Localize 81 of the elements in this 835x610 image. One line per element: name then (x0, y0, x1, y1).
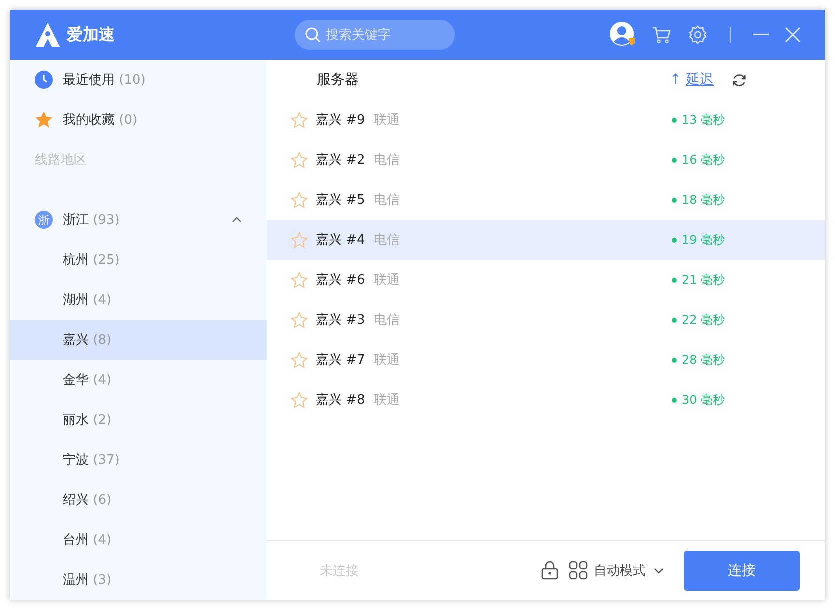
star-icon[interactable] (291, 152, 308, 168)
carrier-label: 电信 (374, 192, 400, 209)
carrier-label: 联通 (374, 272, 400, 289)
sidebar-item[interactable]: 最近使用 (10) (10, 60, 267, 100)
server-name: 嘉兴 #4 (316, 232, 366, 249)
star-icon[interactable] (291, 192, 308, 208)
latency-value: 16 毫秒 (682, 152, 726, 168)
latency-value: 30 毫秒 (682, 392, 726, 408)
status-dot (672, 158, 677, 162)
city-item[interactable]: 宁波 (37) (10, 440, 267, 480)
city-item[interactable]: 台州 (4) (10, 520, 267, 560)
carrier-label: 电信 (374, 312, 400, 329)
server-name: 嘉兴 #7 (316, 352, 366, 369)
column-header: 服务器 (317, 71, 359, 89)
close-icon[interactable] (785, 27, 801, 43)
server-row[interactable]: 嘉兴 #3 电信 22 毫秒 (267, 300, 825, 340)
caret-icon[interactable] (654, 568, 664, 574)
app-name: 爱加速 (67, 24, 115, 46)
server-row[interactable]: 嘉兴 #5 电信 18 毫秒 (267, 180, 825, 220)
server-row[interactable]: 嘉兴 #2 电信 16 毫秒 (267, 140, 825, 180)
latency-value: 13 毫秒 (682, 112, 726, 128)
status-dot (672, 398, 677, 402)
clock-icon (35, 71, 53, 89)
status-dot (672, 198, 677, 202)
server-row[interactable]: 嘉兴 #8 联通 30 毫秒 (267, 380, 825, 420)
region-item[interactable]: 浙 浙江 (93) (10, 200, 267, 240)
latency-value: 21 毫秒 (682, 272, 726, 288)
status-dot (672, 118, 677, 122)
latency-value: 18 毫秒 (682, 192, 726, 208)
search-icon (305, 27, 321, 43)
grid-icon (569, 561, 588, 580)
server-name: 嘉兴 #5 (316, 192, 366, 209)
star-icon[interactable] (291, 272, 308, 288)
server-name: 嘉兴 #2 (316, 152, 366, 169)
server-name: 嘉兴 #8 (316, 392, 366, 409)
minimize-icon[interactable] (753, 34, 769, 36)
city-item[interactable]: 金华 (4) (10, 360, 267, 400)
star-icon (35, 111, 53, 129)
carrier-label: 联通 (374, 392, 400, 409)
sort-link[interactable]: ↑ 延迟 (670, 71, 714, 89)
city-item[interactable]: 湖州 (4) (10, 280, 267, 320)
star-icon[interactable] (291, 112, 308, 128)
lock-icon[interactable] (541, 561, 559, 580)
carrier-label: 电信 (374, 232, 400, 249)
server-name: 嘉兴 #9 (316, 112, 366, 129)
carrier-label: 电信 (374, 152, 400, 169)
latency-value: 22 毫秒 (682, 312, 726, 328)
cart-icon[interactable] (652, 26, 672, 44)
status-dot (672, 238, 677, 242)
city-item[interactable]: 温州 (3) (10, 560, 267, 600)
server-row[interactable]: 嘉兴 #7 联通 28 毫秒 (267, 340, 825, 380)
star-icon[interactable] (291, 232, 308, 248)
star-icon[interactable] (291, 312, 308, 328)
chevron-icon[interactable] (232, 217, 242, 223)
status-dot (672, 278, 677, 282)
status-dot (672, 318, 677, 322)
mode-dropdown[interactable]: 自动模式 (594, 562, 646, 580)
avatar-icon[interactable] (610, 22, 636, 48)
latency-value: 28 毫秒 (682, 352, 726, 368)
latency-value: 19 毫秒 (682, 232, 726, 248)
sidebar-item[interactable]: 我的收藏 (0) (10, 100, 267, 140)
city-item[interactable]: 绍兴 (6) (10, 480, 267, 520)
status-dot (672, 358, 677, 362)
settings-icon[interactable] (688, 25, 708, 45)
section-title: 线路地区 (34, 152, 88, 170)
star-icon[interactable] (291, 392, 308, 408)
server-row[interactable]: 嘉兴 #4 电信 19 毫秒 (267, 220, 825, 260)
carrier-label: 联通 (374, 112, 400, 129)
server-row[interactable]: 嘉兴 #6 联通 21 毫秒 (267, 260, 825, 300)
server-name: 嘉兴 #3 (316, 312, 366, 329)
logo-icon (35, 22, 61, 48)
carrier-label: 联通 (374, 352, 400, 369)
region-badge: 浙 (35, 211, 53, 229)
star-icon[interactable] (291, 352, 308, 368)
refresh-icon[interactable] (732, 72, 747, 88)
server-row[interactable]: 嘉兴 #9 联通 13 毫秒 (267, 100, 825, 140)
connect-button[interactable]: 连接 (684, 550, 800, 590)
city-item[interactable]: 杭州 (25) (10, 240, 267, 280)
city-item[interactable]: 丽水 (2) (10, 400, 267, 440)
city-item[interactable]: 嘉兴 (8) (10, 320, 267, 360)
server-name: 嘉兴 #6 (316, 272, 366, 289)
